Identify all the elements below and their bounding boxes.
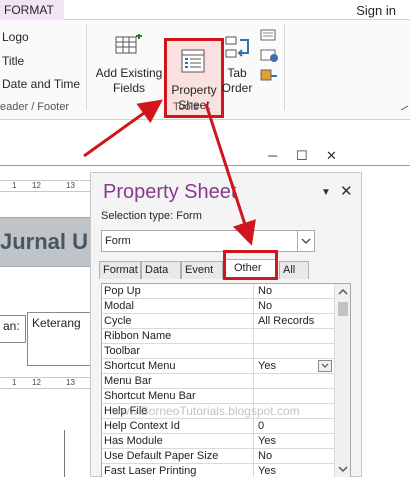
- chevron-down-icon[interactable]: [297, 231, 314, 251]
- tab-order-label-1: Tab: [227, 66, 247, 80]
- title-button[interactable]: Title: [2, 54, 24, 68]
- tools-group-label: Tools: [173, 101, 199, 113]
- property-value[interactable]: All Records: [255, 314, 334, 328]
- property-grid-scrollbar[interactable]: [334, 284, 350, 477]
- property-name: Toolbar: [102, 344, 254, 358]
- tab-order-label-2: Order: [221, 81, 253, 95]
- tab-all[interactable]: All: [279, 261, 309, 279]
- scroll-down-icon[interactable]: [337, 464, 349, 474]
- table-row[interactable]: Toolbar: [102, 344, 334, 359]
- date-and-time-button[interactable]: Date and Time: [2, 77, 80, 91]
- property-value[interactable]: No: [255, 449, 334, 463]
- property-value[interactable]: [255, 374, 334, 388]
- property-value[interactable]: [255, 389, 334, 403]
- property-name: Shortcut Menu: [102, 359, 254, 373]
- table-row[interactable]: Shortcut Menu Bar: [102, 389, 334, 404]
- property-value[interactable]: Yes: [255, 434, 334, 448]
- table-row[interactable]: Pop Up No: [102, 284, 334, 299]
- tab-format[interactable]: FORMAT: [0, 0, 64, 20]
- sign-in-link[interactable]: Sign in: [356, 3, 396, 18]
- selection-type-value: Form: [176, 210, 202, 222]
- doc-restore-icon[interactable]: ☐: [296, 148, 308, 164]
- keterangan-label[interactable]: an:: [0, 315, 26, 343]
- doc-window-border: [0, 165, 410, 166]
- access-window: FORMAT Sign in Logo Title Date and Time …: [0, 0, 410, 477]
- ribbon: Logo Title Date and Time eader / Footer …: [0, 20, 410, 120]
- object-selector-dropdown[interactable]: Form: [101, 230, 315, 252]
- property-name: Pop Up: [102, 284, 254, 298]
- chevron-down-icon[interactable]: [318, 360, 332, 372]
- property-sheet-title: Property Sheet: [103, 181, 237, 203]
- property-value[interactable]: No: [255, 299, 334, 313]
- property-grid: Pop Up No Modal No Cycle All Records Ribbon…: [101, 283, 351, 477]
- ruler-bottom: 1 12 13: [0, 377, 96, 389]
- add-existing-fields-label-2: Fields: [112, 81, 145, 95]
- property-value[interactable]: 0: [255, 419, 334, 433]
- property-name: Menu Bar: [102, 374, 254, 388]
- other-tab-highlight: [223, 250, 278, 280]
- table-row[interactable]: Help Context Id 0: [102, 419, 334, 434]
- form-title-label[interactable]: Jurnal U: [0, 229, 88, 255]
- watermark: www.BorneoTutorials.blogspot.com: [112, 404, 300, 418]
- tab-event[interactable]: Event: [181, 261, 223, 279]
- ribbon-tab-bar: FORMAT Sign in: [0, 0, 410, 20]
- property-value[interactable]: No: [255, 284, 334, 298]
- property-name: Modal: [102, 299, 254, 313]
- ruler-top: 1 12 13: [0, 180, 96, 192]
- property-name: Use Default Paper Size: [102, 449, 254, 463]
- property-name: Shortcut Menu Bar: [102, 389, 254, 403]
- property-sheet-label-1: Property: [171, 83, 217, 97]
- property-value[interactable]: [255, 344, 334, 358]
- property-name: Cycle: [102, 314, 254, 328]
- header-footer-group-label: eader / Footer: [0, 101, 70, 113]
- doc-close-icon[interactable]: ✕: [326, 148, 337, 164]
- selection-type: Selection type: Form: [101, 210, 202, 222]
- table-row[interactable]: Has Module Yes: [102, 434, 334, 449]
- tab-format-props[interactable]: Format: [99, 261, 141, 279]
- property-name: Has Module: [102, 434, 254, 448]
- property-name: Fast Laser Printing: [102, 464, 254, 477]
- panel-menu-icon[interactable]: ▼: [321, 187, 331, 198]
- scroll-thumb[interactable]: [338, 302, 348, 316]
- property-name: Help Context Id: [102, 419, 254, 433]
- panel-close-icon[interactable]: ✕: [340, 182, 353, 200]
- table-row[interactable]: Fast Laser Printing Yes: [102, 464, 334, 477]
- ruler-mark: 13: [66, 181, 75, 190]
- tab-data[interactable]: Data: [141, 261, 181, 279]
- add-existing-fields-label-1: Add Existing: [95, 66, 163, 80]
- table-row[interactable]: Cycle All Records: [102, 314, 334, 329]
- ruler-mark: 13: [66, 378, 75, 387]
- group-separator: [86, 24, 87, 110]
- ruler-mark: 12: [32, 181, 41, 190]
- ruler-mark: 12: [32, 378, 41, 387]
- collapse-ribbon-icon[interactable]: [400, 104, 410, 112]
- property-value[interactable]: Yes: [255, 464, 334, 477]
- table-row[interactable]: Ribbon Name: [102, 329, 334, 344]
- keterangan-field[interactable]: Keterang: [27, 312, 97, 366]
- object-selector-value: Form: [105, 235, 131, 247]
- section-line: [64, 430, 65, 477]
- doc-minimize-icon[interactable]: ─: [268, 148, 277, 163]
- tab-order-icon: [225, 36, 249, 58]
- ruler-mark: 1: [12, 181, 17, 190]
- property-sheet-icon: [181, 49, 205, 73]
- group-separator-2: [284, 24, 285, 110]
- property-sheet-panel: Property Sheet ▼ ✕ Selection type: Form …: [90, 172, 362, 477]
- small-tools-icons[interactable]: [258, 28, 280, 88]
- table-row[interactable]: Menu Bar: [102, 374, 334, 389]
- table-row[interactable]: Modal No: [102, 299, 334, 314]
- property-value[interactable]: [255, 329, 334, 343]
- scroll-up-icon[interactable]: [337, 287, 349, 297]
- ruler-mark: 1: [12, 378, 17, 387]
- property-name: Ribbon Name: [102, 329, 254, 343]
- table-row[interactable]: Shortcut Menu Yes: [102, 359, 334, 374]
- selection-type-label: Selection type:: [101, 210, 174, 222]
- table-row[interactable]: Use Default Paper Size No: [102, 449, 334, 464]
- logo-button[interactable]: Logo: [2, 30, 29, 44]
- add-fields-icon: [115, 34, 142, 54]
